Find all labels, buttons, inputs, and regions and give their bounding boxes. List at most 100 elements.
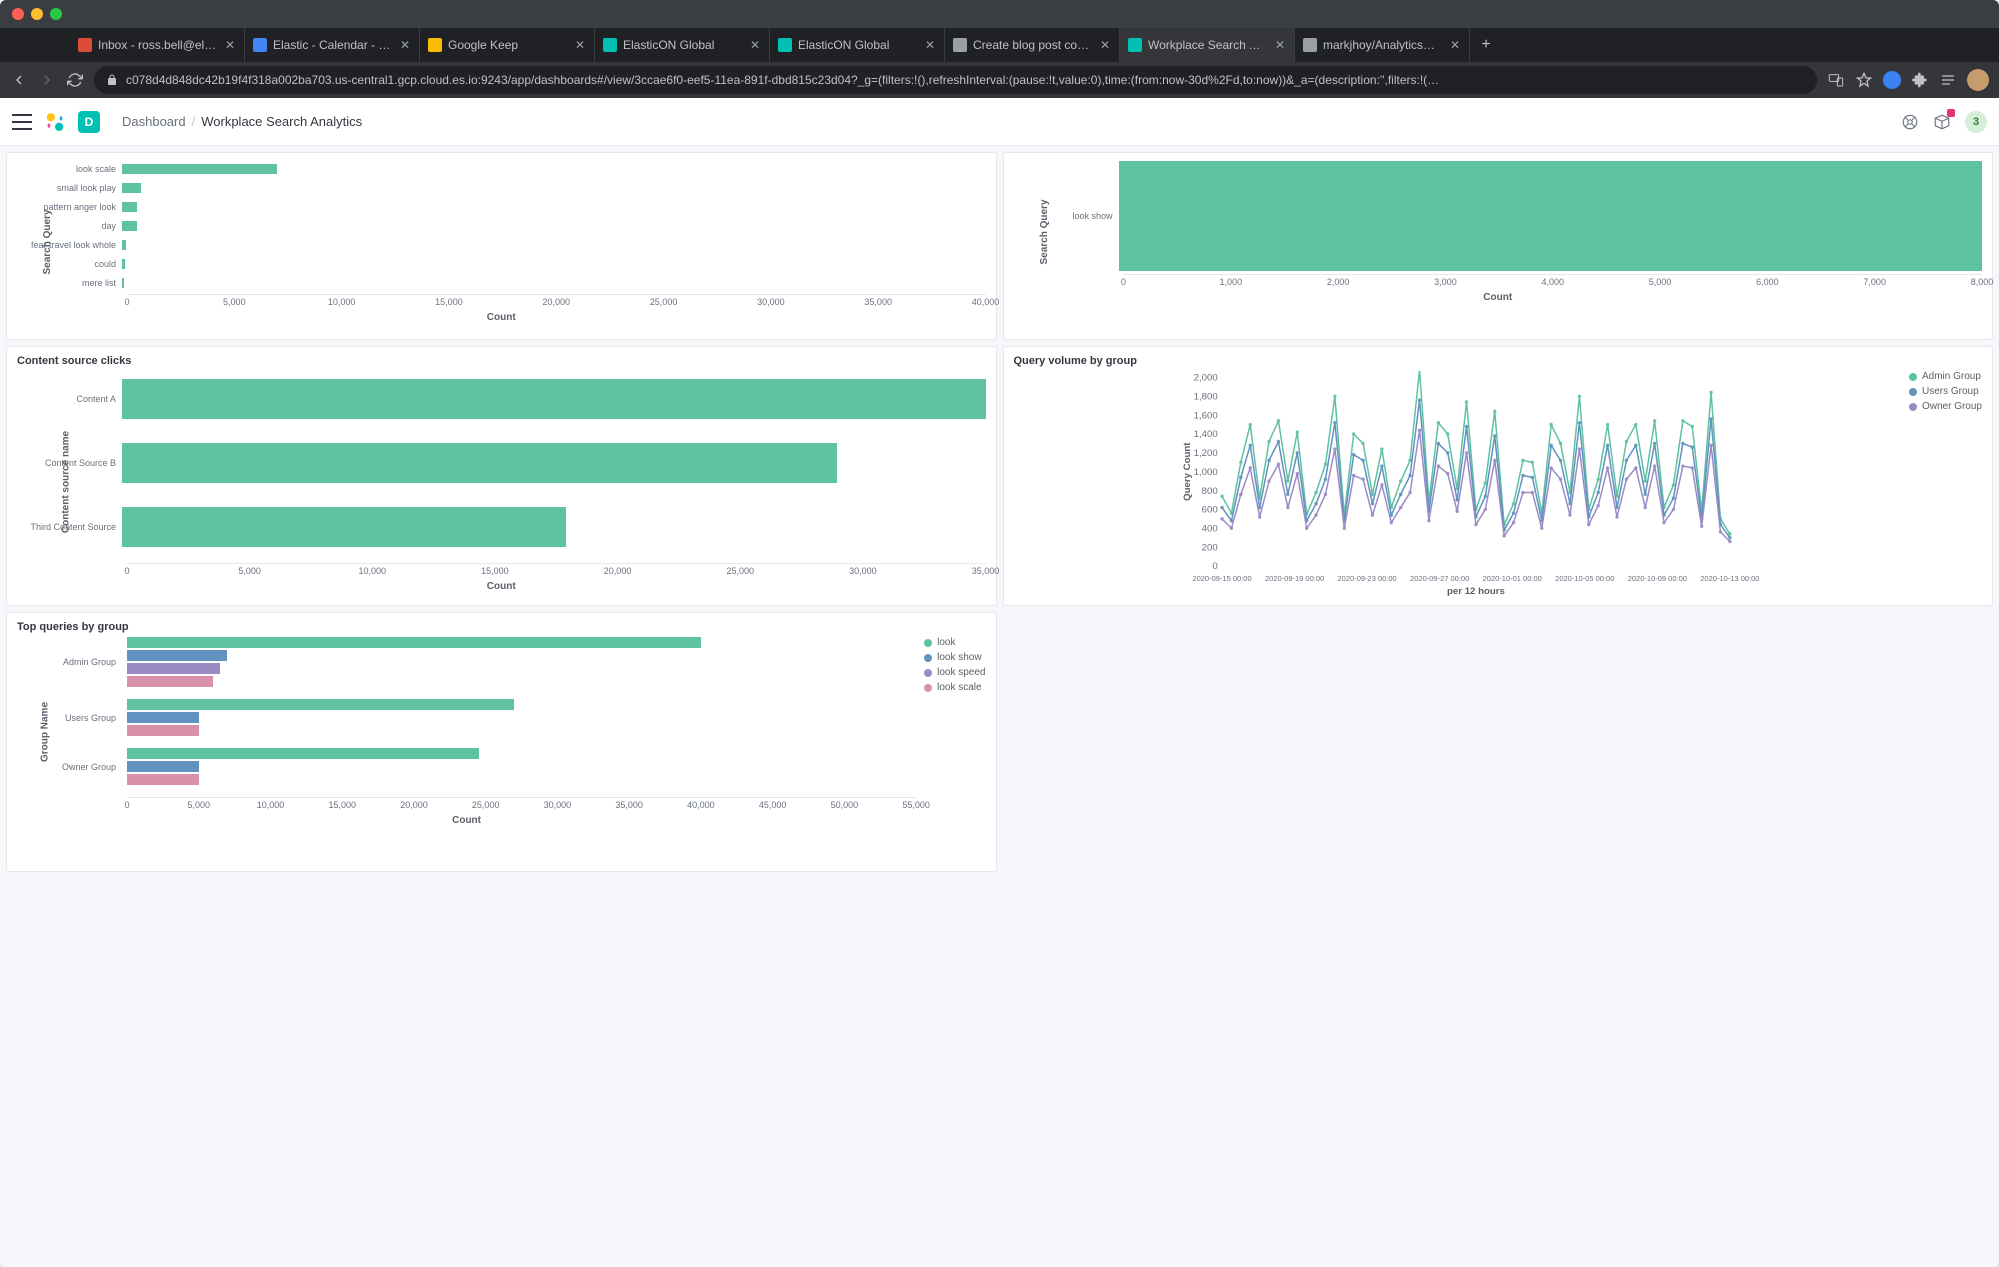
svg-text:1,600: 1,600 — [1193, 410, 1217, 421]
extension-icon[interactable] — [1883, 71, 1901, 89]
svg-text:200: 200 — [1201, 542, 1217, 553]
legend-item[interactable]: look speed — [924, 667, 985, 678]
window-close[interactable] — [12, 8, 24, 20]
bar-segment[interactable] — [127, 699, 514, 710]
group-row[interactable]: Users Group — [127, 699, 916, 736]
tab-close-icon[interactable]: ✕ — [574, 39, 586, 51]
notification-count[interactable]: 3 — [1965, 111, 1987, 133]
tab-close-icon[interactable]: ✕ — [399, 39, 411, 51]
elastic-logo-icon[interactable] — [44, 111, 66, 133]
tab-close-icon[interactable]: ✕ — [1274, 39, 1286, 51]
browser-tab[interactable]: Inbox - ross.bell@elastic.co - ✕ — [70, 28, 245, 62]
panel-top-queries-by-group: Top queries by group Group NameAdmin Gro… — [6, 612, 997, 872]
bar-segment[interactable] — [127, 774, 199, 785]
address-bar[interactable]: c078d4d848dc42b19f4f318a002ba703.us-cent… — [94, 66, 1817, 94]
svg-text:1,800: 1,800 — [1193, 392, 1217, 403]
x-tick: 7,000 — [1863, 277, 1886, 287]
bar-segment[interactable] — [127, 676, 213, 687]
x-tick: 15,000 — [481, 566, 509, 576]
group-row[interactable]: Admin Group — [127, 637, 916, 687]
browser-tab[interactable]: markjhoy/AnalyticsGenerator✕ — [1295, 28, 1470, 62]
window-maximize[interactable] — [50, 8, 62, 20]
tab-close-icon[interactable]: ✕ — [749, 39, 761, 51]
bar-row[interactable]: Third Content Source — [127, 499, 986, 555]
new-tab-button[interactable]: + — [1470, 28, 1502, 62]
svg-text:2,000: 2,000 — [1193, 373, 1217, 384]
bar-segment[interactable] — [127, 725, 199, 736]
group-row[interactable]: Owner Group — [127, 748, 916, 785]
x-tick: 5,000 — [1649, 277, 1672, 287]
legend-item[interactable]: Owner Group — [1909, 401, 1982, 412]
legend-item[interactable]: look — [924, 637, 985, 648]
bar-segment[interactable] — [127, 637, 701, 648]
browser-tab[interactable]: Google Keep✕ — [420, 28, 595, 62]
star-icon[interactable] — [1855, 71, 1873, 89]
reload-button[interactable] — [66, 71, 84, 89]
x-tick: 25,000 — [472, 800, 500, 810]
svg-text:2020-09-15 00:00: 2020-09-15 00:00 — [1192, 574, 1251, 583]
x-tick: 40,000 — [972, 297, 1000, 307]
browser-tab[interactable]: ElasticON Global✕ — [595, 28, 770, 62]
bar-row[interactable]: could — [127, 256, 986, 272]
window-minimize[interactable] — [31, 8, 43, 20]
x-tick: 4,000 — [1541, 277, 1564, 287]
forward-button[interactable] — [38, 71, 56, 89]
legend-item[interactable]: look scale — [924, 682, 985, 693]
bar-row[interactable]: Content Source B — [127, 435, 986, 491]
bar-row[interactable]: small look play — [127, 180, 986, 196]
bar-row[interactable]: fear travel look whole — [127, 237, 986, 253]
x-tick: 40,000 — [687, 800, 715, 810]
svg-text:2020-10-13 00:00: 2020-10-13 00:00 — [1700, 574, 1759, 583]
bar-row[interactable]: look show — [1124, 161, 1983, 271]
bar-segment[interactable] — [127, 712, 199, 723]
bar-row[interactable]: mere list — [127, 275, 986, 291]
extensions-icon[interactable] — [1911, 71, 1929, 89]
browser-tab[interactable]: ElasticON Global ✕ — [770, 28, 945, 62]
legend-item[interactable]: look show — [924, 652, 985, 663]
help-icon[interactable] — [1901, 113, 1919, 131]
svg-text:2020-10-09 00:00: 2020-10-09 00:00 — [1627, 574, 1686, 583]
panel-query-volume-by-group: Query volume by group 02004006008001,000… — [1003, 346, 1994, 606]
x-tick: 6,000 — [1756, 277, 1779, 287]
category-label: day — [17, 221, 122, 231]
x-tick: 20,000 — [400, 800, 428, 810]
bar-row[interactable]: day — [127, 218, 986, 234]
legend-item[interactable]: Users Group — [1909, 386, 1982, 397]
reading-list-icon[interactable] — [1939, 71, 1957, 89]
panel-title: Top queries by group — [17, 621, 986, 633]
group-label: Owner Group — [17, 762, 122, 772]
tab-close-icon[interactable]: ✕ — [924, 39, 936, 51]
devices-icon[interactable] — [1827, 71, 1845, 89]
tab-favicon — [1128, 38, 1142, 52]
profile-avatar[interactable] — [1967, 69, 1989, 91]
tab-label: ElasticON Global — [798, 38, 918, 52]
legend-item[interactable]: Admin Group — [1909, 371, 1982, 382]
category-label: could — [17, 259, 122, 269]
nav-toggle[interactable] — [12, 114, 32, 130]
bar-segment[interactable] — [127, 748, 479, 759]
bar-segment[interactable] — [127, 761, 199, 772]
tab-close-icon[interactable]: ✕ — [1099, 39, 1111, 51]
x-tick: 10,000 — [359, 566, 387, 576]
x-tick: 50,000 — [831, 800, 859, 810]
tab-label: Elastic - Calendar - Week of D — [273, 38, 393, 52]
space-selector[interactable]: D — [78, 111, 100, 133]
category-label: Third Content Source — [17, 522, 122, 532]
tab-label: Inbox - ross.bell@elastic.co - — [98, 38, 218, 52]
back-button[interactable] — [10, 71, 28, 89]
browser-tab[interactable]: Workplace Search Analytics -✕ — [1120, 28, 1295, 62]
tab-close-icon[interactable]: ✕ — [224, 39, 236, 51]
browser-tab[interactable]: Elastic - Calendar - Week of D ✕ — [245, 28, 420, 62]
bar-row[interactable]: look scale — [127, 161, 986, 177]
bar-segment[interactable] — [127, 650, 227, 661]
bar-row[interactable]: Content A — [127, 371, 986, 427]
tab-close-icon[interactable]: ✕ — [1449, 39, 1461, 51]
newsfeed-icon[interactable] — [1933, 113, 1951, 131]
y-axis-label: Content source name — [61, 430, 72, 532]
bar-segment[interactable] — [127, 663, 220, 674]
category-label: Content A — [17, 394, 122, 404]
breadcrumb-root[interactable]: Dashboard — [122, 114, 186, 129]
bar-row[interactable]: pattern anger look — [127, 199, 986, 215]
browser-tab[interactable]: Create blog post content to ill✕ — [945, 28, 1120, 62]
svg-text:2020-09-19 00:00: 2020-09-19 00:00 — [1264, 574, 1323, 583]
